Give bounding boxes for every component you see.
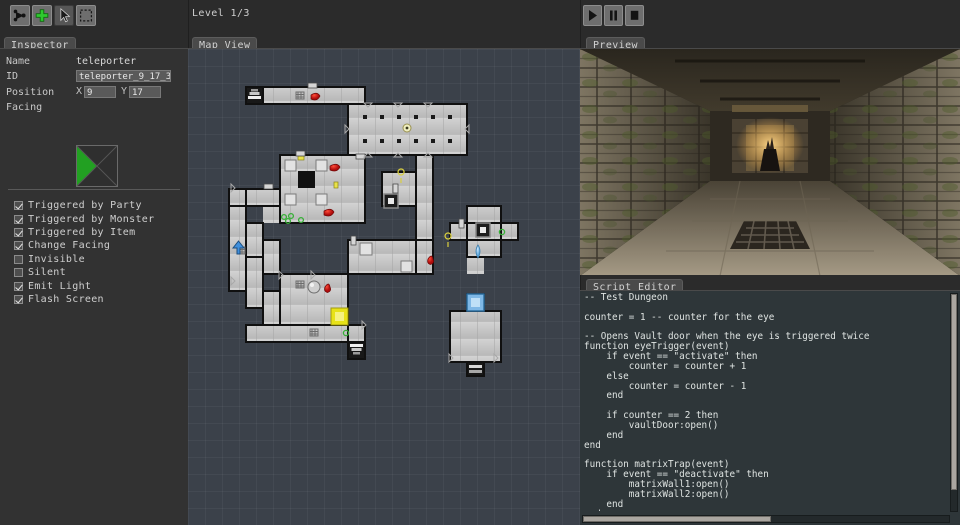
- editor-window: Inspector Name teleporter ID teleporter_…: [0, 0, 960, 525]
- script-horizontal-scrollbar[interactable]: [582, 515, 950, 523]
- option-triggered-by-monster[interactable]: Triggered by Monster: [14, 212, 154, 225]
- map-orb-marker: [307, 280, 321, 294]
- map-teleporter-glow: [335, 312, 344, 321]
- id-field[interactable]: teleporter_9_17_3: [76, 70, 171, 82]
- option-label: Triggered by Party: [28, 200, 142, 212]
- script-editor-panel: -- Test Dungeon counter = 1 -- counter f…: [580, 290, 960, 525]
- option-flash-screen[interactable]: Flash Screen: [14, 293, 154, 306]
- option-label: Silent: [28, 267, 66, 279]
- select-tool[interactable]: [54, 5, 74, 26]
- script-vertical-scroll-thumb[interactable]: [951, 294, 957, 490]
- id-label: ID: [6, 71, 19, 82]
- checkbox-emit-light[interactable]: [14, 281, 23, 291]
- checkbox-invisible[interactable]: [14, 254, 23, 264]
- script-horizontal-scroll-thumb[interactable]: [583, 516, 771, 522]
- preview-viewport[interactable]: [580, 48, 960, 275]
- facing-label: Facing: [6, 102, 43, 113]
- tool-palette: [0, 0, 188, 32]
- inspector-divider: [8, 189, 180, 190]
- option-label: Triggered by Monster: [28, 213, 155, 225]
- script-vertical-scrollbar[interactable]: [950, 293, 958, 512]
- y-axis-label: Y: [121, 86, 128, 97]
- pause-button[interactable]: [604, 5, 623, 26]
- option-triggered-by-item[interactable]: Triggered by Item: [14, 226, 154, 239]
- option-silent[interactable]: Silent: [14, 266, 154, 279]
- option-change-facing[interactable]: Change Facing: [14, 239, 154, 252]
- option-label: Flash Screen: [28, 293, 104, 305]
- option-label: Emit Light: [28, 280, 92, 292]
- x-axis-label: X: [76, 86, 83, 97]
- preview-tabstrip: Preview: [586, 33, 645, 52]
- add-tool[interactable]: [32, 5, 52, 26]
- inspector-options-list: Triggered by Party Triggered by Monster …: [14, 199, 154, 306]
- map-stairs-extra: [466, 361, 485, 377]
- inspector-panel: Name teleporter ID teleporter_9_17_3 Pos…: [0, 48, 188, 525]
- map-crystal-marker: [475, 244, 481, 259]
- position-x-field[interactable]: 9: [84, 86, 116, 98]
- stop-button[interactable]: [625, 5, 644, 26]
- checkbox-flash-screen[interactable]: [14, 294, 23, 304]
- inspector-tabstrip: Inspector: [4, 33, 76, 52]
- option-triggered-by-party[interactable]: Triggered by Party: [14, 199, 154, 212]
- position-y-field[interactable]: 17: [129, 86, 161, 98]
- checkbox-triggered-by-party[interactable]: [14, 201, 23, 211]
- option-label: Triggered by Item: [28, 226, 136, 238]
- map-stairs-up: [245, 86, 264, 105]
- map-tabstrip: Map View: [192, 33, 258, 52]
- option-emit-light[interactable]: Emit Light: [14, 279, 154, 292]
- position-label: Position: [6, 87, 55, 98]
- script-code-area[interactable]: -- Test Dungeon counter = 1 -- counter f…: [584, 293, 932, 511]
- marquee-tool[interactable]: [76, 5, 96, 26]
- checkbox-triggered-by-monster[interactable]: [14, 214, 23, 224]
- level-indicator: Level 1/3: [192, 8, 250, 19]
- map-floor-tiles: [229, 87, 518, 362]
- name-label: Name: [6, 56, 31, 67]
- map-stairs-down: [347, 341, 366, 360]
- checkbox-silent[interactable]: [14, 268, 23, 278]
- name-value: teleporter: [76, 56, 137, 67]
- facing-selector[interactable]: [76, 145, 118, 187]
- map-canvas[interactable]: [188, 48, 580, 525]
- checkbox-triggered-by-item[interactable]: [14, 227, 23, 237]
- option-label: Invisible: [28, 253, 85, 265]
- connector-tool[interactable]: [10, 5, 30, 26]
- option-label: Change Facing: [28, 240, 111, 252]
- checkbox-change-facing[interactable]: [14, 241, 23, 251]
- script-tabstrip: Script Editor: [586, 275, 684, 294]
- option-invisible[interactable]: Invisible: [14, 253, 154, 266]
- map-pit: [298, 171, 315, 188]
- play-button[interactable]: [583, 5, 602, 26]
